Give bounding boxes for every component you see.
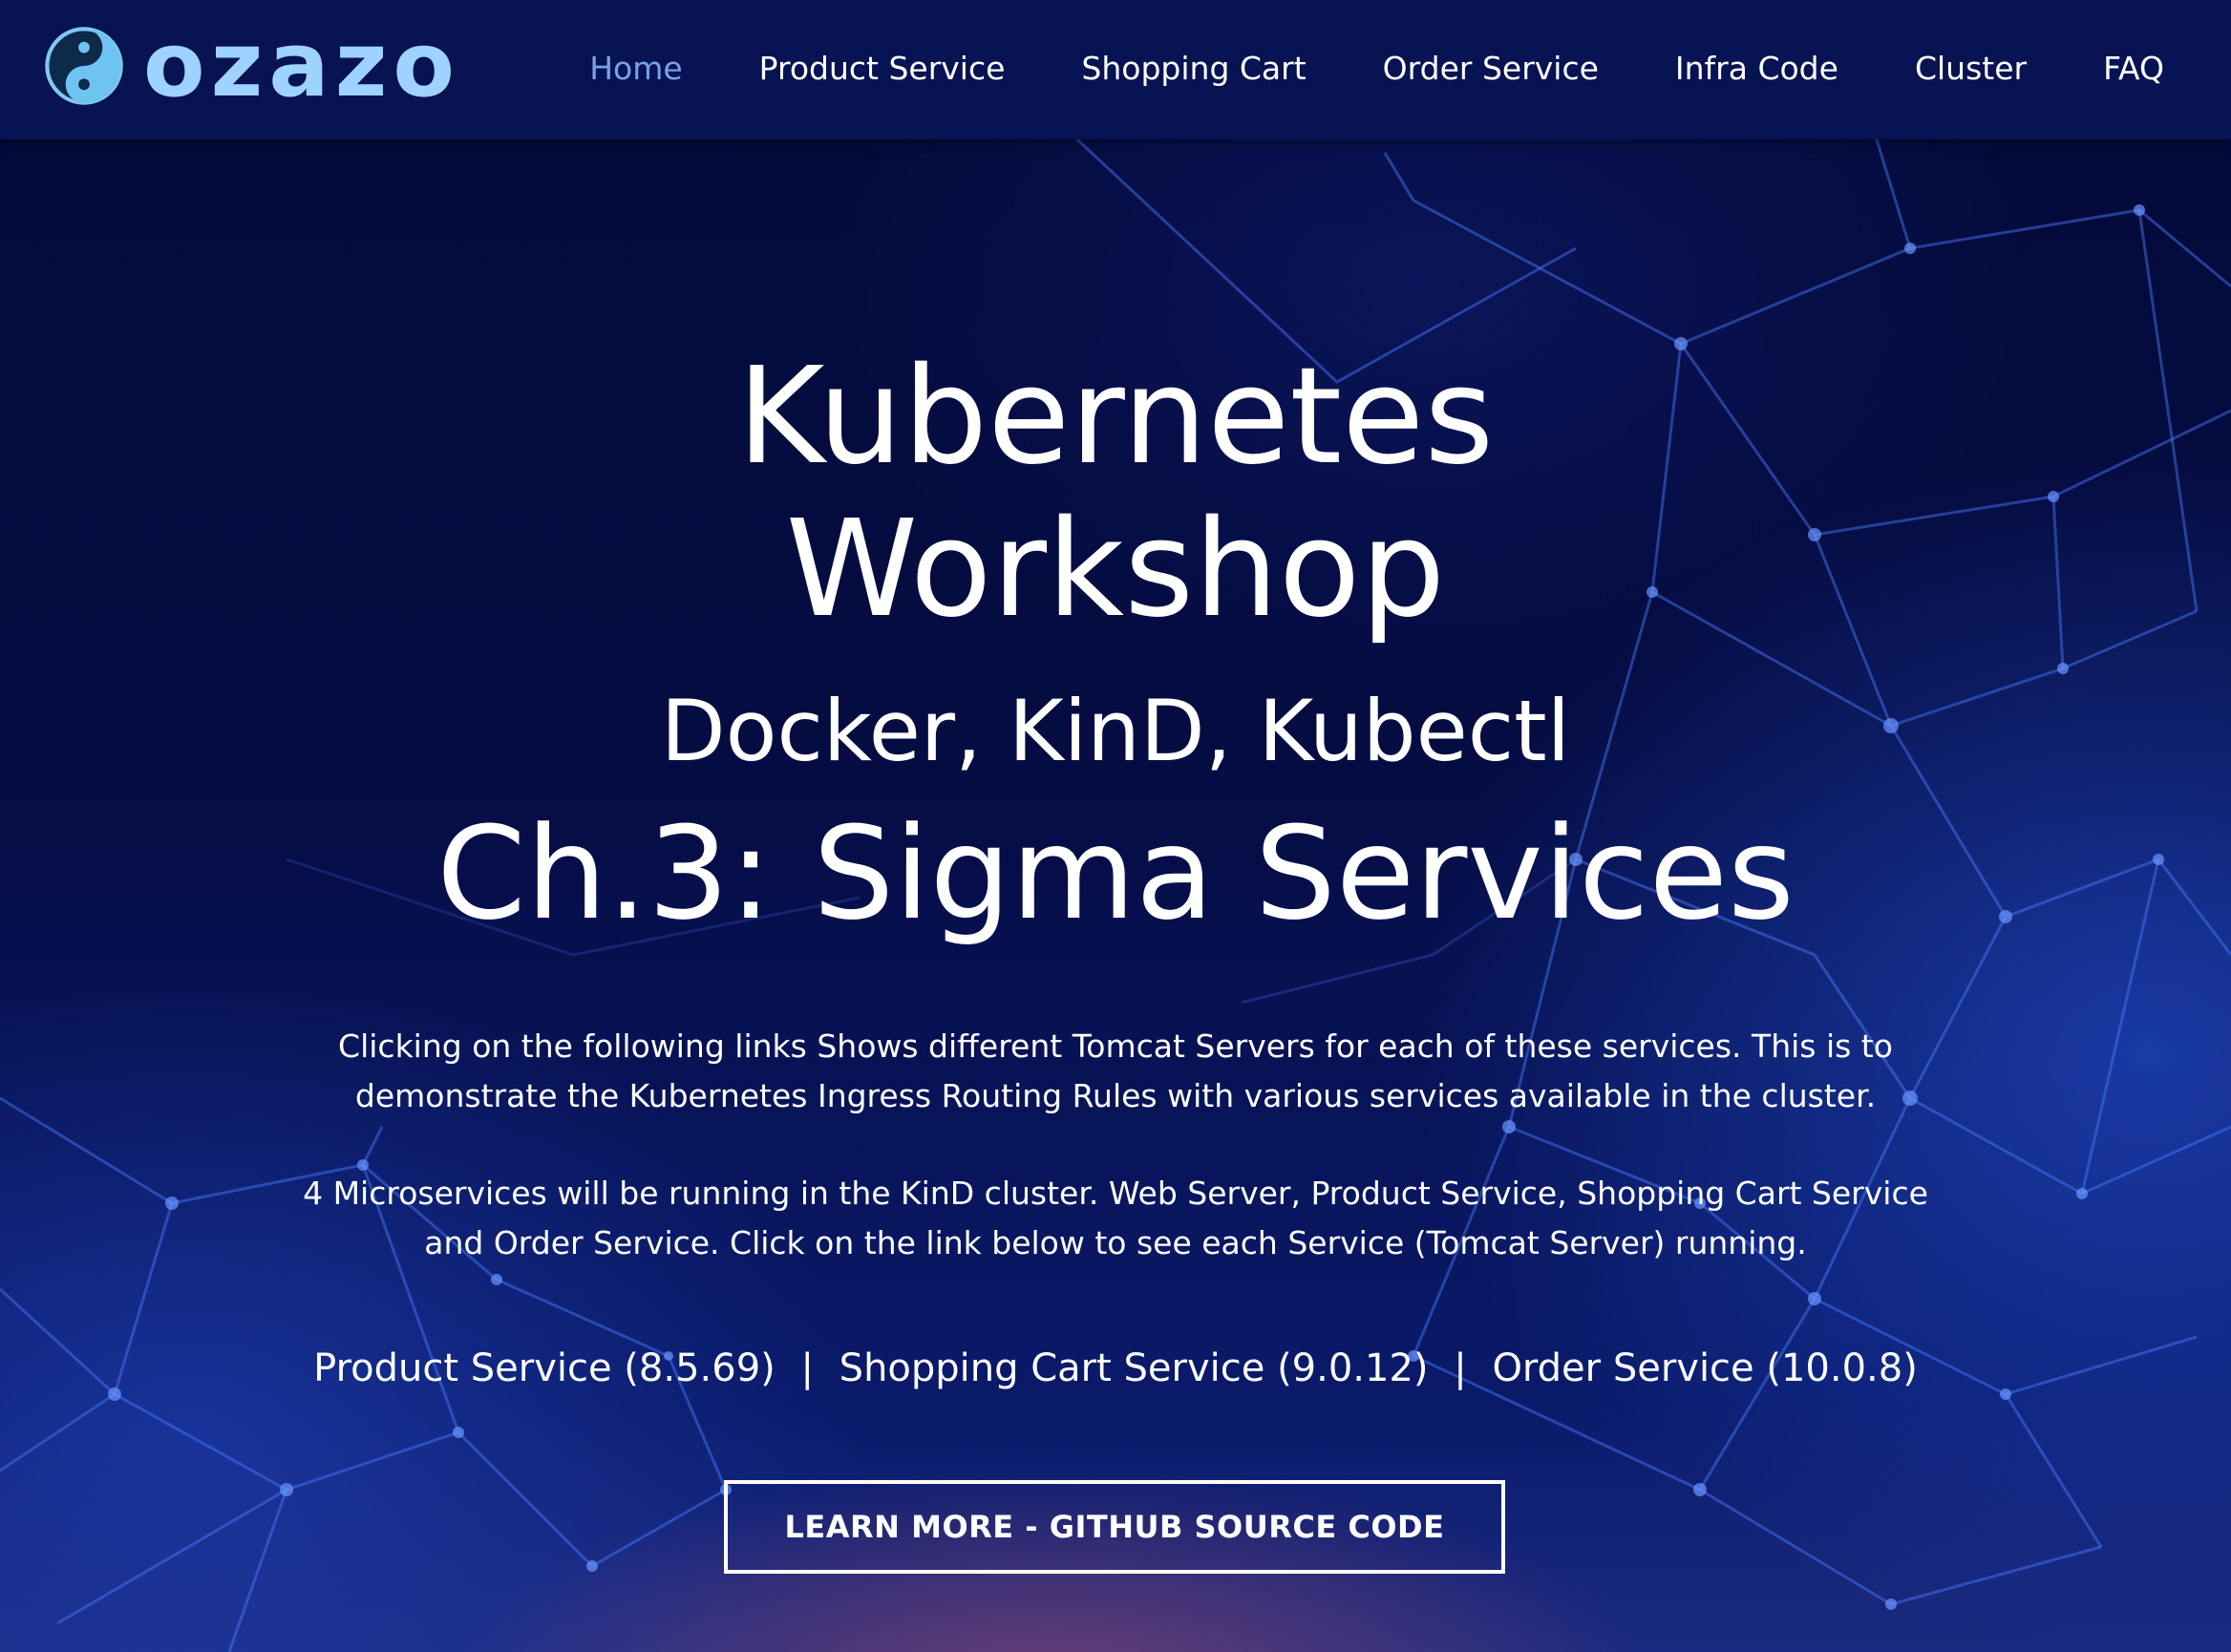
brand-name: ozazo xyxy=(143,13,461,117)
microservices-paragraph: 4 Microservices will be running in the K… xyxy=(0,1169,2231,1268)
link-separator: | xyxy=(1454,1346,1467,1390)
top-navbar: ozazo Home Product Service Shopping Cart… xyxy=(0,0,2231,139)
main-nav: Home Product Service Shopping Cart Order… xyxy=(513,50,2164,87)
nav-order-service[interactable]: Order Service xyxy=(1383,50,1599,87)
nav-faq[interactable]: FAQ xyxy=(2103,50,2164,87)
hero-title-line1: Kubernetes xyxy=(736,339,1495,495)
intro-paragraph-line1: Clicking on the following links Shows di… xyxy=(338,1027,1893,1065)
nav-cluster[interactable]: Cluster xyxy=(1915,50,2027,87)
nav-infra-code[interactable]: Infra Code xyxy=(1675,50,1838,87)
nav-home[interactable]: Home xyxy=(589,50,682,87)
microservices-paragraph-line2: and Order Service. Click on the link bel… xyxy=(424,1224,1807,1261)
nav-shopping-cart[interactable]: Shopping Cart xyxy=(1081,50,1306,87)
hero-subtitle: Docker, KinD, Kubectl xyxy=(660,682,1571,780)
shopping-cart-service-link[interactable]: Shopping Cart Service (9.0.12) xyxy=(839,1346,1429,1390)
hero-chapter-title: Ch.3: Sigma Services xyxy=(436,799,1795,948)
link-separator: | xyxy=(800,1346,814,1390)
nav-product-service[interactable]: Product Service xyxy=(759,50,1006,87)
product-service-link[interactable]: Product Service (8.5.69) xyxy=(313,1346,776,1390)
hero-title-line2: Workshop xyxy=(785,492,1446,647)
intro-paragraph: Clicking on the following links Shows di… xyxy=(0,1022,2231,1121)
order-service-link[interactable]: Order Service (10.0.8) xyxy=(1492,1346,1917,1390)
learn-more-github-button[interactable]: LEARN MORE - GITHUB SOURCE CODE xyxy=(724,1480,1505,1574)
service-links: Product Service (8.5.69) | Shopping Cart… xyxy=(0,1346,2231,1390)
yin-yang-icon xyxy=(45,27,123,105)
page: ozazo Home Product Service Shopping Cart… xyxy=(0,0,2231,1652)
intro-paragraph-line2: demonstrate the Kubernetes Ingress Routi… xyxy=(354,1077,1877,1114)
brand-logo[interactable]: ozazo xyxy=(44,13,461,117)
microservices-paragraph-line1: 4 Microservices will be running in the K… xyxy=(303,1175,1928,1212)
